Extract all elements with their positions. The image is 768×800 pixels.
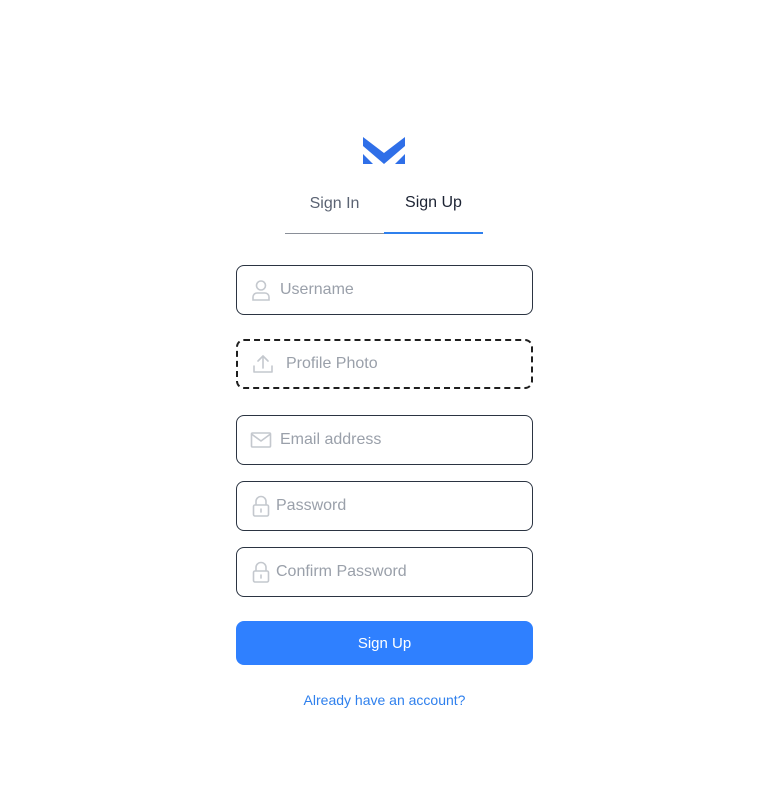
signup-page: Sign In Sign Up Profile Photo	[0, 0, 768, 800]
confirm-password-input[interactable]	[276, 563, 516, 581]
lock-icon	[250, 561, 272, 583]
tab-sign-up[interactable]: Sign Up	[384, 186, 483, 234]
username-input[interactable]	[280, 281, 520, 299]
tab-sign-in[interactable]: Sign In	[285, 186, 384, 233]
email-field	[236, 415, 533, 465]
sign-up-button[interactable]: Sign Up	[236, 621, 533, 665]
profile-photo-upload[interactable]: Profile Photo	[236, 339, 533, 389]
profile-photo-label: Profile Photo	[286, 355, 378, 372]
auth-tabs: Sign In Sign Up	[285, 186, 483, 234]
brand-logo-icon	[363, 137, 405, 164]
user-icon	[250, 279, 272, 301]
password-input[interactable]	[276, 497, 516, 515]
email-input[interactable]	[280, 431, 520, 449]
password-field	[236, 481, 533, 531]
lock-icon	[250, 495, 272, 517]
mail-icon	[250, 429, 272, 451]
confirm-password-field	[236, 547, 533, 597]
upload-icon	[252, 353, 274, 375]
username-field	[236, 265, 533, 315]
already-have-account-link[interactable]: Already have an account?	[236, 692, 533, 708]
